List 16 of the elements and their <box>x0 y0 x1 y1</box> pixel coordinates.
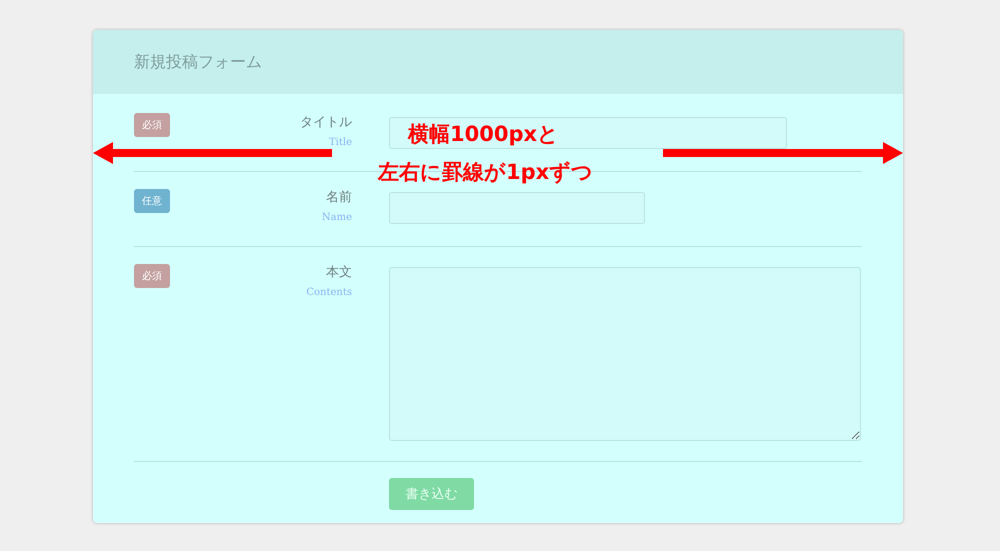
annotation-text: 横幅1000pxと <box>408 121 560 148</box>
field-sublabel: Contents <box>306 286 352 300</box>
annotation-text: 左右に罫線が1pxずつ <box>378 159 594 186</box>
badge: 必須 <box>134 264 170 288</box>
input-field[interactable] <box>389 192 645 224</box>
field-label: タイトル <box>300 114 352 132</box>
badge: 必須 <box>134 113 170 137</box>
field-sublabel: Title <box>328 136 352 150</box>
text-area[interactable] <box>389 267 861 441</box>
badge: 任意 <box>134 189 170 213</box>
field-label: 名前 <box>326 189 352 207</box>
field-sublabel: Name <box>322 211 352 225</box>
form-title: 新規投稿フォーム <box>134 52 262 72</box>
input-field[interactable] <box>389 117 787 149</box>
submit-button[interactable]: 書き込む <box>389 478 474 510</box>
field-label: 本文 <box>326 264 352 282</box>
